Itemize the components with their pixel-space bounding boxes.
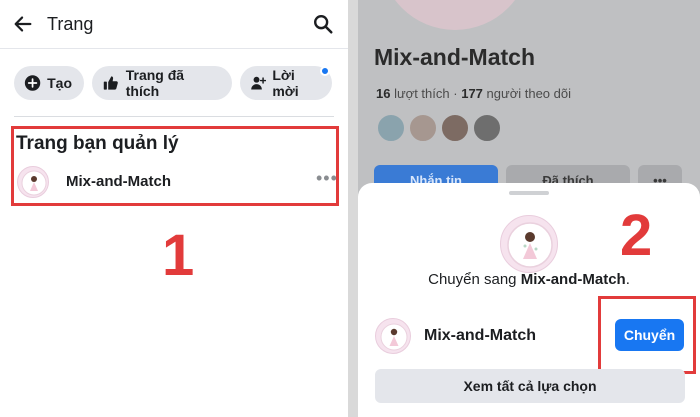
profile-picture <box>380 0 530 30</box>
invites-chip-label: Lời mời <box>272 67 299 99</box>
create-chip[interactable]: Tạo <box>14 66 84 100</box>
thumbs-up-icon <box>103 76 118 90</box>
step-number-2: 2 <box>620 203 653 268</box>
person-add-icon <box>251 76 267 90</box>
page-avatar <box>500 215 558 273</box>
switch-message-page: Mix-and-Match <box>520 271 626 288</box>
page-avatar <box>375 318 411 354</box>
avatar <box>440 113 470 143</box>
screenshot-stage: Trang Tạo Trang đã thích Lời mời Trang b… <box>0 0 700 417</box>
arrow-left-icon[interactable] <box>12 13 34 35</box>
page-title: Trang <box>47 14 94 34</box>
stats-separator: · <box>453 86 458 101</box>
page-avatar[interactable] <box>17 166 49 198</box>
profile-name: Mix-and-Match <box>374 44 535 70</box>
divider <box>0 48 348 49</box>
managed-page-name[interactable]: Mix-and-Match <box>66 173 171 190</box>
likes-count: 16 <box>376 86 391 101</box>
liked-pages-chip-label: Trang đã thích <box>125 67 185 99</box>
avatar <box>408 113 438 143</box>
page-option-name: Mix-and-Match <box>424 327 536 344</box>
step-number-1: 1 <box>162 223 195 288</box>
sheet-handle[interactable] <box>509 191 549 195</box>
switch-message-prefix: Chuyển sang <box>428 271 521 288</box>
pages-panel: Trang Tạo Trang đã thích Lời mời Trang b… <box>0 0 348 417</box>
liked-pages-chip[interactable]: Trang đã thích <box>92 66 232 100</box>
followers-label: người theo dõi <box>486 86 571 101</box>
divider <box>14 116 334 117</box>
panel-divider <box>348 0 358 417</box>
plus-circle-icon <box>24 75 41 91</box>
profile-stats: 16 lượt thích · 177 người theo dõi <box>376 86 571 101</box>
switch-message: Chuyển sang Mix-and-Match. <box>358 271 700 288</box>
search-icon[interactable] <box>312 13 334 35</box>
invites-chip[interactable]: Lời mời <box>240 66 332 100</box>
likes-label: lượt thích <box>394 86 450 101</box>
section-title: Trang bạn quản lý <box>16 133 179 154</box>
more-options-icon[interactable]: ••• <box>316 169 338 187</box>
switch-button[interactable]: Chuyển <box>615 319 684 351</box>
top-bar: Trang <box>0 0 348 50</box>
avatar-illustration <box>507 222 553 268</box>
create-chip-label: Tạo <box>47 75 72 91</box>
switch-message-suffix: . <box>625 271 630 288</box>
followers-count: 177 <box>461 86 483 101</box>
avatar <box>376 113 406 143</box>
notification-dot <box>320 66 330 76</box>
avatar-illustration <box>380 323 408 351</box>
see-all-options-button[interactable]: Xem tất cả lựa chọn <box>375 369 685 403</box>
follower-avatars <box>376 113 502 143</box>
avatar <box>472 113 502 143</box>
